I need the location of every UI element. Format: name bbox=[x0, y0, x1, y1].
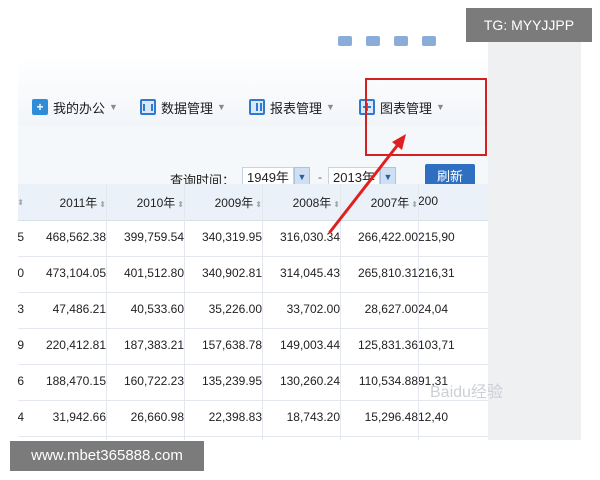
table-cell: 26,660.98 bbox=[130, 410, 184, 424]
table-cell: 40,533.60 bbox=[130, 302, 184, 316]
nav-item-label: 报表管理 bbox=[270, 100, 323, 116]
caret-down-icon: ▼ bbox=[109, 102, 118, 112]
table-cell: 5 bbox=[18, 230, 24, 244]
plus-icon: + bbox=[32, 99, 48, 115]
table-cell: 340,319.95 bbox=[201, 230, 262, 244]
table-cell: 215,90 bbox=[418, 230, 455, 244]
table-cell: 130,260.24 bbox=[279, 374, 340, 388]
table-cell: 160,722.23 bbox=[123, 374, 184, 388]
sort-icon[interactable]: ⬍ bbox=[255, 200, 262, 209]
table-cell: 33,702.00 bbox=[286, 302, 340, 316]
table-cell: 24,04 bbox=[418, 302, 449, 316]
window-icon[interactable] bbox=[338, 36, 352, 46]
table-cell: 266,422.00 bbox=[357, 230, 418, 244]
table-cell: 187,383.21 bbox=[123, 338, 184, 352]
table-cell: 18,743.20 bbox=[286, 410, 340, 424]
table-cell: 9 bbox=[18, 338, 24, 352]
table-cell: 31,942.66 bbox=[52, 410, 106, 424]
sort-icon[interactable]: ⬍ bbox=[333, 200, 340, 209]
table-cell: 473,104.05 bbox=[45, 266, 106, 280]
table-cell: 6 bbox=[18, 374, 24, 388]
url-badge: www.mbet365888.com bbox=[10, 441, 204, 471]
year-range-separator: - bbox=[318, 170, 322, 184]
nav-item-my-office[interactable]: + 我的办公 ▼ bbox=[32, 96, 118, 118]
table-cell: 0 bbox=[18, 266, 24, 280]
table-cell: 47,486.21 bbox=[52, 302, 106, 316]
table-cell: 3 bbox=[18, 302, 24, 316]
caret-down-icon: ▼ bbox=[217, 102, 226, 112]
table-cell: 22,398.83 bbox=[208, 410, 262, 424]
nav-item-label: 我的办公 bbox=[53, 100, 106, 116]
nav-item-label: 数据管理 bbox=[161, 100, 214, 116]
sort-icon[interactable]: ⬍ bbox=[177, 200, 184, 209]
table-cell: 265,810.31 bbox=[357, 266, 418, 280]
watermark: Baidu经验 bbox=[430, 384, 503, 401]
window-icon[interactable] bbox=[422, 36, 436, 46]
report-icon bbox=[249, 99, 265, 115]
table-cell: 135,239.95 bbox=[201, 374, 262, 388]
column-header[interactable]: 2007年 ⬍ bbox=[340, 194, 418, 211]
column-header[interactable]: 2011年 ⬍ bbox=[28, 194, 106, 211]
table-cell: 401,512.80 bbox=[123, 266, 184, 280]
table-cell: 4 bbox=[18, 410, 24, 424]
column-divider bbox=[106, 184, 107, 440]
tg-badge: TG: MYYJJPP bbox=[466, 8, 592, 42]
column-divider bbox=[262, 184, 263, 440]
table-cell: 125,831.36 bbox=[357, 338, 418, 352]
column-divider bbox=[340, 184, 341, 440]
table-cell: 468,562.38 bbox=[45, 230, 106, 244]
table-cell: 399,759.54 bbox=[123, 230, 184, 244]
table-cell: 28,627.00 bbox=[364, 302, 418, 316]
nav-item-report-management[interactable]: 报表管理 ▼ bbox=[249, 96, 335, 118]
window-icon[interactable] bbox=[366, 36, 380, 46]
column-header[interactable]: 2008年 ⬍ bbox=[262, 194, 340, 211]
column-divider bbox=[418, 184, 419, 440]
column-header[interactable]: 2010年 ⬍ bbox=[106, 194, 184, 211]
column-header[interactable]: 2009年 ⬍ bbox=[184, 194, 262, 211]
sort-icon[interactable]: ⬍ bbox=[18, 198, 24, 207]
table-cell: 340,902.81 bbox=[201, 266, 262, 280]
table-cell: 12,40 bbox=[418, 410, 449, 424]
table-cell: 188,470.15 bbox=[45, 374, 106, 388]
caret-down-icon: ▼ bbox=[326, 102, 335, 112]
column-header-stub: ⬍ bbox=[18, 194, 24, 208]
top-icon-strip bbox=[338, 36, 436, 48]
table-cell: 316,030.34 bbox=[279, 230, 340, 244]
sort-icon[interactable]: ⬍ bbox=[411, 200, 418, 209]
window-icon[interactable] bbox=[394, 36, 408, 46]
table-cell: 149,003.44 bbox=[279, 338, 340, 352]
table-cell: 35,226.00 bbox=[208, 302, 262, 316]
table-cell: 314,045.43 bbox=[279, 266, 340, 280]
column-divider bbox=[184, 184, 185, 440]
table-cell: 157,638.78 bbox=[201, 338, 262, 352]
data-icon bbox=[140, 99, 156, 115]
highlight-box bbox=[365, 78, 487, 156]
table-cell: 220,412.81 bbox=[45, 338, 106, 352]
sort-icon[interactable]: ⬍ bbox=[99, 200, 106, 209]
table-cell: 15,296.48 bbox=[364, 410, 418, 424]
data-table: ⬍ 2011年 ⬍ 2010年 ⬍ 2009年 ⬍ 2008年 ⬍ 2007年 ⬍ 200… bbox=[18, 184, 488, 440]
table-cell: 110,534.88 bbox=[358, 374, 418, 388]
table-cell: 216,31 bbox=[418, 266, 455, 280]
table-cell: 103,71 bbox=[418, 338, 455, 352]
column-header[interactable]: 200 bbox=[418, 194, 480, 208]
nav-item-data-management[interactable]: 数据管理 ▼ bbox=[140, 96, 226, 118]
